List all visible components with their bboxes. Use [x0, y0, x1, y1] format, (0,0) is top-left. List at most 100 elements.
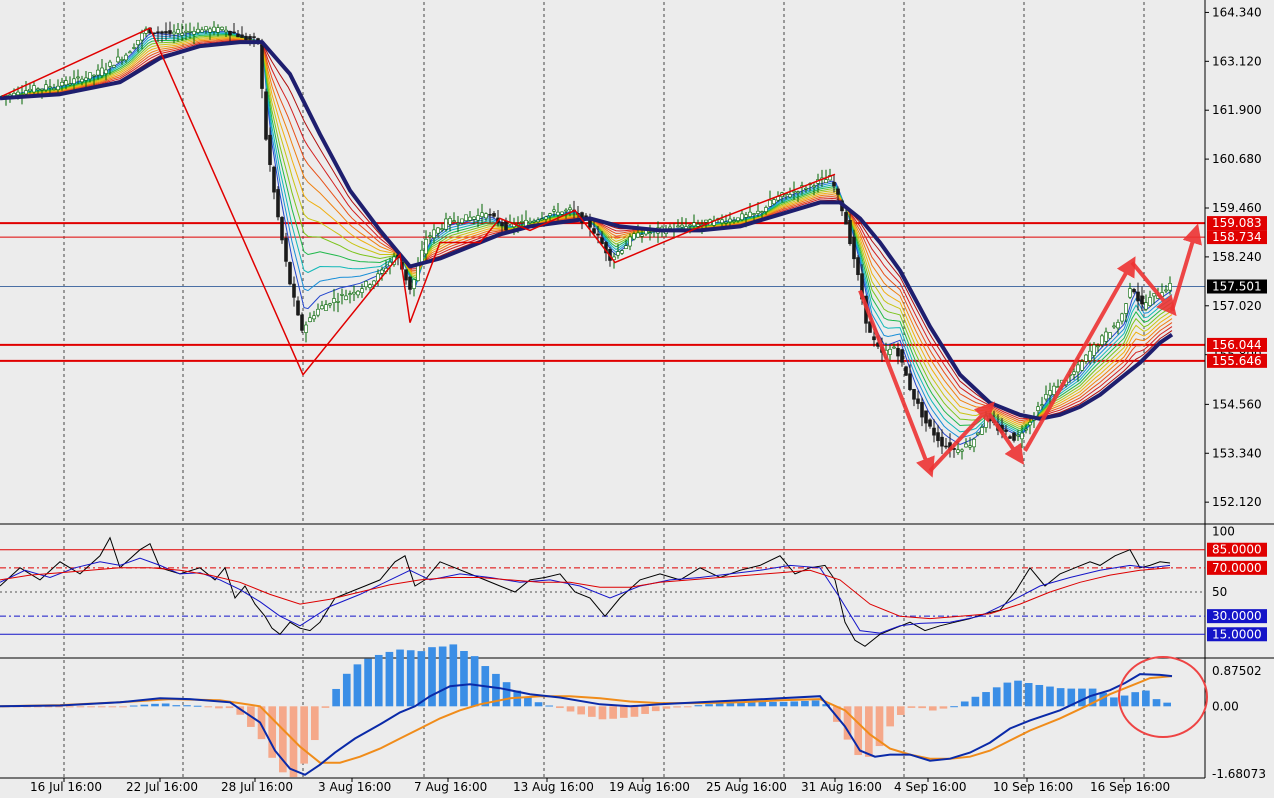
candle-body — [804, 187, 808, 190]
candle-body — [416, 264, 420, 281]
candle-body — [472, 216, 476, 220]
candle-body — [452, 220, 456, 222]
price-tick-label: 157.020 — [1212, 299, 1262, 313]
candle-body — [728, 218, 732, 223]
candle-body — [200, 29, 204, 33]
candle-body — [940, 436, 944, 447]
candle-body — [748, 211, 752, 217]
price-tick-label: 163.120 — [1212, 54, 1262, 68]
macd-histogram-bar — [161, 703, 170, 707]
macd-histogram-bar — [609, 706, 617, 719]
candle-body — [476, 215, 480, 221]
macd-histogram-bar — [769, 701, 777, 707]
candle-body — [460, 218, 464, 224]
candle-body — [632, 233, 636, 240]
price-tick-label: 158.240 — [1212, 250, 1262, 264]
candle-body — [680, 224, 684, 228]
macd-histogram-bar — [1046, 686, 1054, 707]
candle-body — [888, 348, 892, 355]
candle-body — [928, 419, 932, 427]
candle-body — [968, 445, 972, 448]
time-tick-label: 16 Jul 16:00 — [30, 780, 102, 794]
candle-body — [492, 213, 496, 217]
candle-body — [316, 308, 320, 316]
candle-body — [1088, 350, 1092, 361]
oscillator-level-label: 15.0000 — [1212, 627, 1262, 641]
macd-histogram-bar — [321, 706, 330, 708]
oscillator-tick-label: 100 — [1212, 525, 1235, 539]
candle-body — [1016, 434, 1020, 437]
candle-body — [248, 36, 252, 40]
macd-histogram-bar — [460, 651, 468, 707]
candle-body — [1004, 429, 1008, 432]
candle-body — [1012, 432, 1016, 441]
candle-body — [444, 218, 448, 230]
candle-body — [348, 293, 352, 295]
candle-body — [36, 88, 40, 91]
macd-histogram-bar — [619, 706, 628, 718]
candle-body — [1152, 293, 1156, 297]
macd-histogram-bar — [97, 706, 106, 708]
price-tick-label: 152.120 — [1212, 495, 1262, 509]
candle-body — [128, 51, 132, 54]
macd-histogram-bar — [960, 701, 969, 707]
candle-body — [272, 166, 276, 193]
candle-body — [980, 427, 984, 435]
macd-histogram-bar — [715, 703, 724, 707]
chart-window: 164.340 163.120 161.900 160.680 159.460 158.2… — [0, 0, 1274, 794]
candle-body — [1092, 344, 1096, 356]
candle-body — [1124, 303, 1128, 314]
candle-body — [484, 213, 488, 219]
candle-body — [204, 26, 208, 31]
candle-body — [408, 276, 412, 290]
macd-histogram-bar — [1120, 695, 1129, 707]
oscillator-tick-label: 50 — [1212, 585, 1227, 599]
macd-histogram-bar — [1110, 697, 1118, 707]
macd-histogram-bar — [1056, 688, 1065, 707]
macd-histogram-bar — [918, 706, 926, 709]
candle-body — [812, 185, 816, 188]
macd-histogram-bar — [545, 705, 554, 707]
candle-body — [564, 209, 568, 212]
candle-body — [252, 36, 256, 38]
candle-body — [1148, 297, 1152, 306]
candle-body — [448, 218, 452, 225]
candle-body — [764, 207, 768, 212]
trading-chart[interactable]: 164.340 163.120 161.900 160.680 159.460 158.2… — [0, 0, 1274, 794]
candle-body — [220, 26, 224, 30]
candle-body — [196, 28, 200, 33]
macd-tick-label: 0.00 — [1212, 699, 1239, 713]
candle-body — [668, 226, 672, 229]
candle-body — [1040, 404, 1044, 406]
candle-body — [1044, 394, 1048, 400]
candle-body — [1128, 288, 1132, 298]
candle-body — [692, 222, 696, 227]
candle-body — [296, 300, 300, 316]
macd-histogram-bar — [193, 705, 202, 707]
candle-body — [824, 179, 828, 183]
candle-body — [620, 250, 624, 254]
price-tick-label: 153.340 — [1212, 446, 1262, 460]
candle-body — [528, 220, 532, 223]
candle-body — [320, 305, 324, 310]
macd-histogram-bar — [992, 687, 1001, 707]
macd-histogram-bar — [449, 644, 458, 707]
candle-body — [368, 284, 372, 288]
candle-body — [172, 31, 176, 35]
candle-body — [360, 288, 364, 293]
candle-body — [244, 35, 248, 40]
time-tick-label: 3 Aug 16:00 — [318, 780, 391, 794]
candle-body — [44, 84, 48, 91]
candle-body — [68, 83, 72, 86]
candle-body — [720, 219, 724, 224]
macd-histogram-bar — [588, 706, 596, 717]
macd-histogram-bar — [76, 706, 85, 708]
oscillator-level-label: 70.0000 — [1212, 561, 1262, 575]
candle-body — [1116, 322, 1120, 329]
macd-histogram-bar — [140, 704, 149, 707]
candle-body — [744, 214, 748, 218]
candle-body — [1036, 406, 1040, 411]
macd-histogram-bar — [204, 706, 213, 708]
candle-body — [344, 295, 348, 300]
macd-histogram-bar — [982, 692, 990, 707]
